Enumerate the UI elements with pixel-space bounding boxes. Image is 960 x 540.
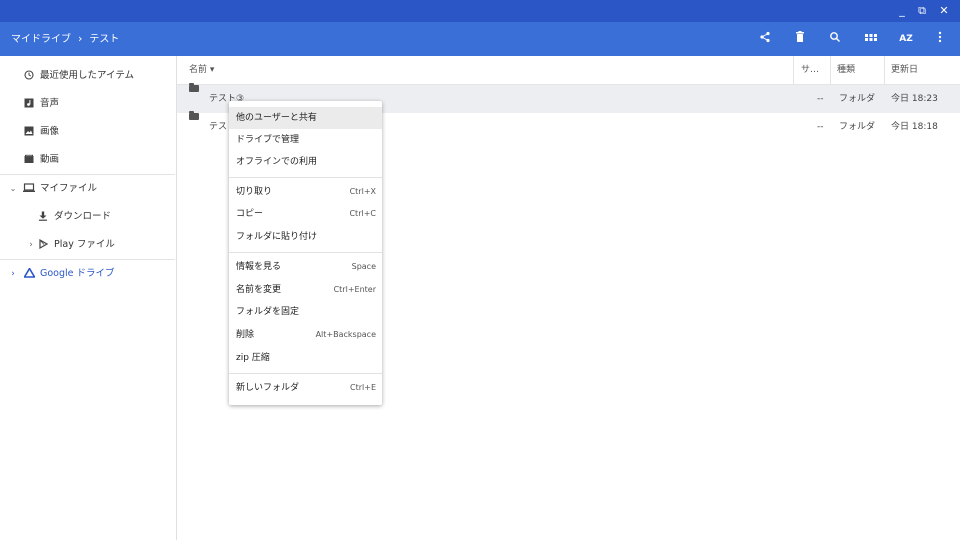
clock-icon bbox=[22, 62, 36, 90]
menu-item-label: 情報を見る bbox=[236, 262, 282, 272]
sidebar-item-videos[interactable]: 動画 bbox=[0, 146, 175, 174]
sidebar-item-label: 動画 bbox=[40, 154, 60, 165]
sidebar-item-play-files[interactable]: › Play ファイル bbox=[0, 231, 175, 259]
menu-item-get-info[interactable]: 情報を見る Space bbox=[229, 256, 382, 278]
audio-icon bbox=[22, 90, 36, 118]
menu-item-paste-into-folder[interactable]: フォルダに貼り付け bbox=[229, 226, 382, 248]
file-type: フォルダ bbox=[839, 94, 876, 104]
search-icon[interactable] bbox=[826, 30, 844, 48]
menu-item-rename[interactable]: 名前を変更 Ctrl+Enter bbox=[229, 279, 382, 301]
google-drive-icon bbox=[22, 260, 36, 288]
file-size: -- bbox=[817, 122, 824, 132]
context-menu: 他のユーザーと共有 ドライブで管理 オフラインでの利用 切り取り Ctrl+X … bbox=[229, 101, 382, 405]
column-header-size[interactable]: サ… bbox=[801, 56, 819, 84]
download-icon bbox=[36, 203, 50, 231]
column-divider[interactable] bbox=[830, 56, 831, 84]
file-modified: 今日 18:23 bbox=[891, 94, 938, 104]
menu-item-shortcut: Alt+Backspace bbox=[315, 330, 376, 339]
restore-button[interactable]: ⧉ bbox=[914, 2, 930, 20]
sidebar-item-label: Play ファイル bbox=[54, 239, 115, 250]
menu-item-cut[interactable]: 切り取り Ctrl+X bbox=[229, 181, 382, 203]
sidebar-item-label: ダウンロード bbox=[54, 211, 112, 222]
toolbar: マイドライブ › テスト AZ bbox=[0, 22, 960, 56]
window-titlebar: _ ⧉ ✕ bbox=[0, 0, 960, 22]
delete-icon[interactable] bbox=[791, 30, 809, 48]
close-button[interactable]: ✕ bbox=[936, 2, 952, 20]
sidebar-item-google-drive[interactable]: › Google ドライブ bbox=[0, 260, 175, 288]
sort-icon[interactable]: AZ bbox=[896, 30, 916, 48]
play-store-icon bbox=[36, 231, 50, 259]
sidebar-item-label: 音声 bbox=[40, 98, 60, 109]
column-header-type[interactable]: 種類 bbox=[837, 56, 855, 84]
file-modified: 今日 18:18 bbox=[891, 122, 938, 132]
sidebar-item-recent[interactable]: 最近使用したアイテム bbox=[0, 62, 175, 90]
menu-item-new-folder[interactable]: 新しいフォルダ Ctrl+E bbox=[229, 377, 382, 399]
chevron-right-icon[interactable]: › bbox=[6, 260, 20, 288]
menu-item-label: 新しいフォルダ bbox=[236, 383, 300, 393]
more-icon[interactable] bbox=[931, 30, 949, 48]
column-header-modified[interactable]: 更新日 bbox=[891, 56, 918, 84]
video-icon bbox=[22, 146, 36, 174]
minimize-button[interactable]: _ bbox=[894, 2, 910, 20]
sidebar-item-label: 最近使用したアイテム bbox=[40, 70, 135, 81]
sort-label: AZ bbox=[899, 34, 913, 44]
menu-item-label: zip 圧縮 bbox=[236, 353, 270, 363]
sidebar-item-label: 画像 bbox=[40, 126, 60, 137]
menu-item-label: 削除 bbox=[236, 330, 255, 340]
menu-item-shortcut: Space bbox=[351, 262, 376, 271]
chevron-down-icon[interactable]: ⌄ bbox=[6, 175, 20, 203]
menu-item-shortcut: Ctrl+Enter bbox=[333, 285, 376, 294]
menu-item-label: オフラインでの利用 bbox=[236, 157, 318, 167]
menu-item-manage-in-drive[interactable]: ドライブで管理 bbox=[229, 129, 382, 151]
menu-item-pin-folder[interactable]: フォルダを固定 bbox=[229, 301, 382, 323]
menu-item-zip[interactable]: zip 圧縮 bbox=[229, 347, 382, 369]
column-header-name[interactable]: 名前 ▾ bbox=[189, 56, 214, 84]
grid-view-icon[interactable] bbox=[862, 30, 880, 48]
sidebar-item-downloads[interactable]: ダウンロード bbox=[0, 203, 175, 231]
menu-item-offline[interactable]: オフラインでの利用 bbox=[229, 151, 382, 173]
menu-item-share[interactable]: 他のユーザーと共有 bbox=[229, 107, 382, 129]
breadcrumb: マイドライブ › テスト bbox=[11, 22, 119, 57]
menu-item-label: 他のユーザーと共有 bbox=[236, 113, 317, 123]
sidebar-item-images[interactable]: 画像 bbox=[0, 118, 175, 146]
sidebar-item-label: マイファイル bbox=[40, 183, 98, 194]
menu-item-label: フォルダに貼り付け bbox=[236, 232, 318, 242]
column-divider[interactable] bbox=[793, 56, 794, 84]
folder-icon bbox=[189, 111, 199, 120]
menu-item-label: コピー bbox=[236, 209, 264, 219]
breadcrumb-item-mydrive[interactable]: マイドライブ bbox=[11, 34, 71, 45]
menu-item-label: 切り取り bbox=[236, 187, 273, 197]
menu-separator bbox=[229, 252, 382, 253]
menu-item-label: 名前を変更 bbox=[236, 285, 282, 295]
menu-item-shortcut: Ctrl+C bbox=[349, 209, 376, 218]
menu-item-copy[interactable]: コピー Ctrl+C bbox=[229, 203, 382, 225]
menu-item-shortcut: Ctrl+X bbox=[349, 187, 376, 196]
folder-icon bbox=[189, 83, 199, 92]
menu-item-delete[interactable]: 削除 Alt+Backspace bbox=[229, 324, 382, 346]
breadcrumb-separator: › bbox=[78, 32, 83, 45]
menu-item-label: フォルダを固定 bbox=[236, 307, 300, 317]
column-divider[interactable] bbox=[884, 56, 885, 84]
share-icon[interactable] bbox=[756, 30, 774, 48]
file-type: フォルダ bbox=[839, 122, 876, 132]
menu-item-label: ドライブで管理 bbox=[236, 135, 300, 145]
image-icon bbox=[22, 118, 36, 146]
sidebar-item-label: Google ドライブ bbox=[40, 268, 115, 279]
sidebar: 最近使用したアイテム 音声 画像 動画 ⌄ マイファイル ダウンロード › Pl… bbox=[0, 56, 177, 540]
sidebar-item-my-files[interactable]: ⌄ マイファイル bbox=[0, 175, 175, 203]
laptop-icon bbox=[22, 175, 36, 203]
file-size: -- bbox=[817, 94, 824, 104]
column-header-row: 名前 ▾ サ… 種類 更新日 bbox=[177, 56, 960, 85]
sidebar-item-audio[interactable]: 音声 bbox=[0, 90, 175, 118]
breadcrumb-item-current[interactable]: テスト bbox=[89, 34, 119, 45]
menu-separator bbox=[229, 177, 382, 178]
menu-separator bbox=[229, 373, 382, 374]
menu-item-shortcut: Ctrl+E bbox=[350, 383, 376, 392]
